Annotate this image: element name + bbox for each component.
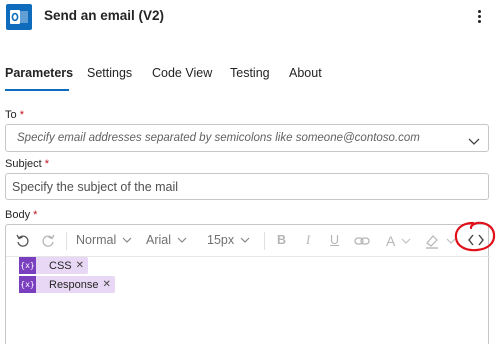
font-color-dropdown[interactable]: A xyxy=(386,233,411,249)
chevron-down-icon[interactable] xyxy=(468,133,480,151)
subject-label: Subject * xyxy=(5,158,50,170)
highlight-dropdown[interactable] xyxy=(424,233,456,249)
tab-bar: Parameters Settings Code View Testing Ab… xyxy=(0,56,500,92)
editor-toolbar: Normal Arial 15px B I U A xyxy=(6,225,490,257)
to-placeholder: Specify email addresses separated by sem… xyxy=(17,132,420,144)
tab-about[interactable]: About xyxy=(289,66,322,80)
tab-testing[interactable]: Testing xyxy=(230,66,270,80)
tab-settings[interactable]: Settings xyxy=(87,66,132,80)
required-marker: * xyxy=(19,109,24,121)
chevron-down-icon xyxy=(122,237,132,243)
chevron-down-icon xyxy=(177,237,187,243)
close-icon[interactable]: ✕ xyxy=(76,260,88,271)
underline-button[interactable]: U xyxy=(330,233,339,247)
body-editor[interactable]: Normal Arial 15px B I U A {x} CSS ✕ {x} … xyxy=(5,224,490,344)
body-label: Body * xyxy=(5,209,38,221)
dynamic-content-token[interactable]: {x} Response ✕ xyxy=(19,276,115,293)
toolbar-divider xyxy=(264,232,265,250)
variable-icon: {x} xyxy=(19,276,36,293)
chevron-down-icon xyxy=(240,237,250,243)
bold-button[interactable]: B xyxy=(277,233,286,247)
link-icon[interactable] xyxy=(354,235,370,247)
subject-field[interactable]: Specify the subject of the mail xyxy=(5,173,489,200)
to-field[interactable]: Specify email addresses separated by sem… xyxy=(5,124,489,152)
active-tab-indicator xyxy=(5,89,69,91)
close-icon[interactable]: ✕ xyxy=(103,279,115,290)
token-label: CSS xyxy=(49,259,72,272)
annotation-circle xyxy=(454,221,496,252)
font-color-icon: A xyxy=(386,233,396,249)
highlight-icon xyxy=(426,235,438,249)
redo-icon[interactable] xyxy=(40,233,56,249)
block-format-value: Normal xyxy=(76,233,117,247)
font-family-value: Arial xyxy=(146,233,172,247)
action-title: Send an email (V2) xyxy=(44,8,165,23)
font-family-dropdown[interactable]: Arial xyxy=(146,233,187,247)
block-format-dropdown[interactable]: Normal xyxy=(76,233,132,247)
card-header: Send an email (V2) xyxy=(0,0,500,36)
outlook-icon xyxy=(6,4,32,30)
dynamic-content-token[interactable]: {x} CSS ✕ xyxy=(19,257,89,274)
chevron-down-icon xyxy=(401,238,411,244)
tab-code-view[interactable]: Code View xyxy=(152,66,212,80)
font-size-dropdown[interactable]: 15px xyxy=(207,233,250,247)
undo-icon[interactable] xyxy=(15,233,31,249)
token-label: Response xyxy=(49,278,99,291)
to-label: To * xyxy=(5,109,24,121)
required-marker: * xyxy=(33,209,38,221)
more-vertical-icon[interactable] xyxy=(470,6,488,26)
subject-placeholder: Specify the subject of the mail xyxy=(12,180,179,194)
tab-parameters[interactable]: Parameters xyxy=(5,66,73,80)
font-size-value: 15px xyxy=(207,233,235,247)
toolbar-divider xyxy=(66,232,67,250)
required-marker: * xyxy=(44,158,50,170)
italic-button[interactable]: I xyxy=(306,233,310,248)
variable-icon: {x} xyxy=(19,257,36,274)
